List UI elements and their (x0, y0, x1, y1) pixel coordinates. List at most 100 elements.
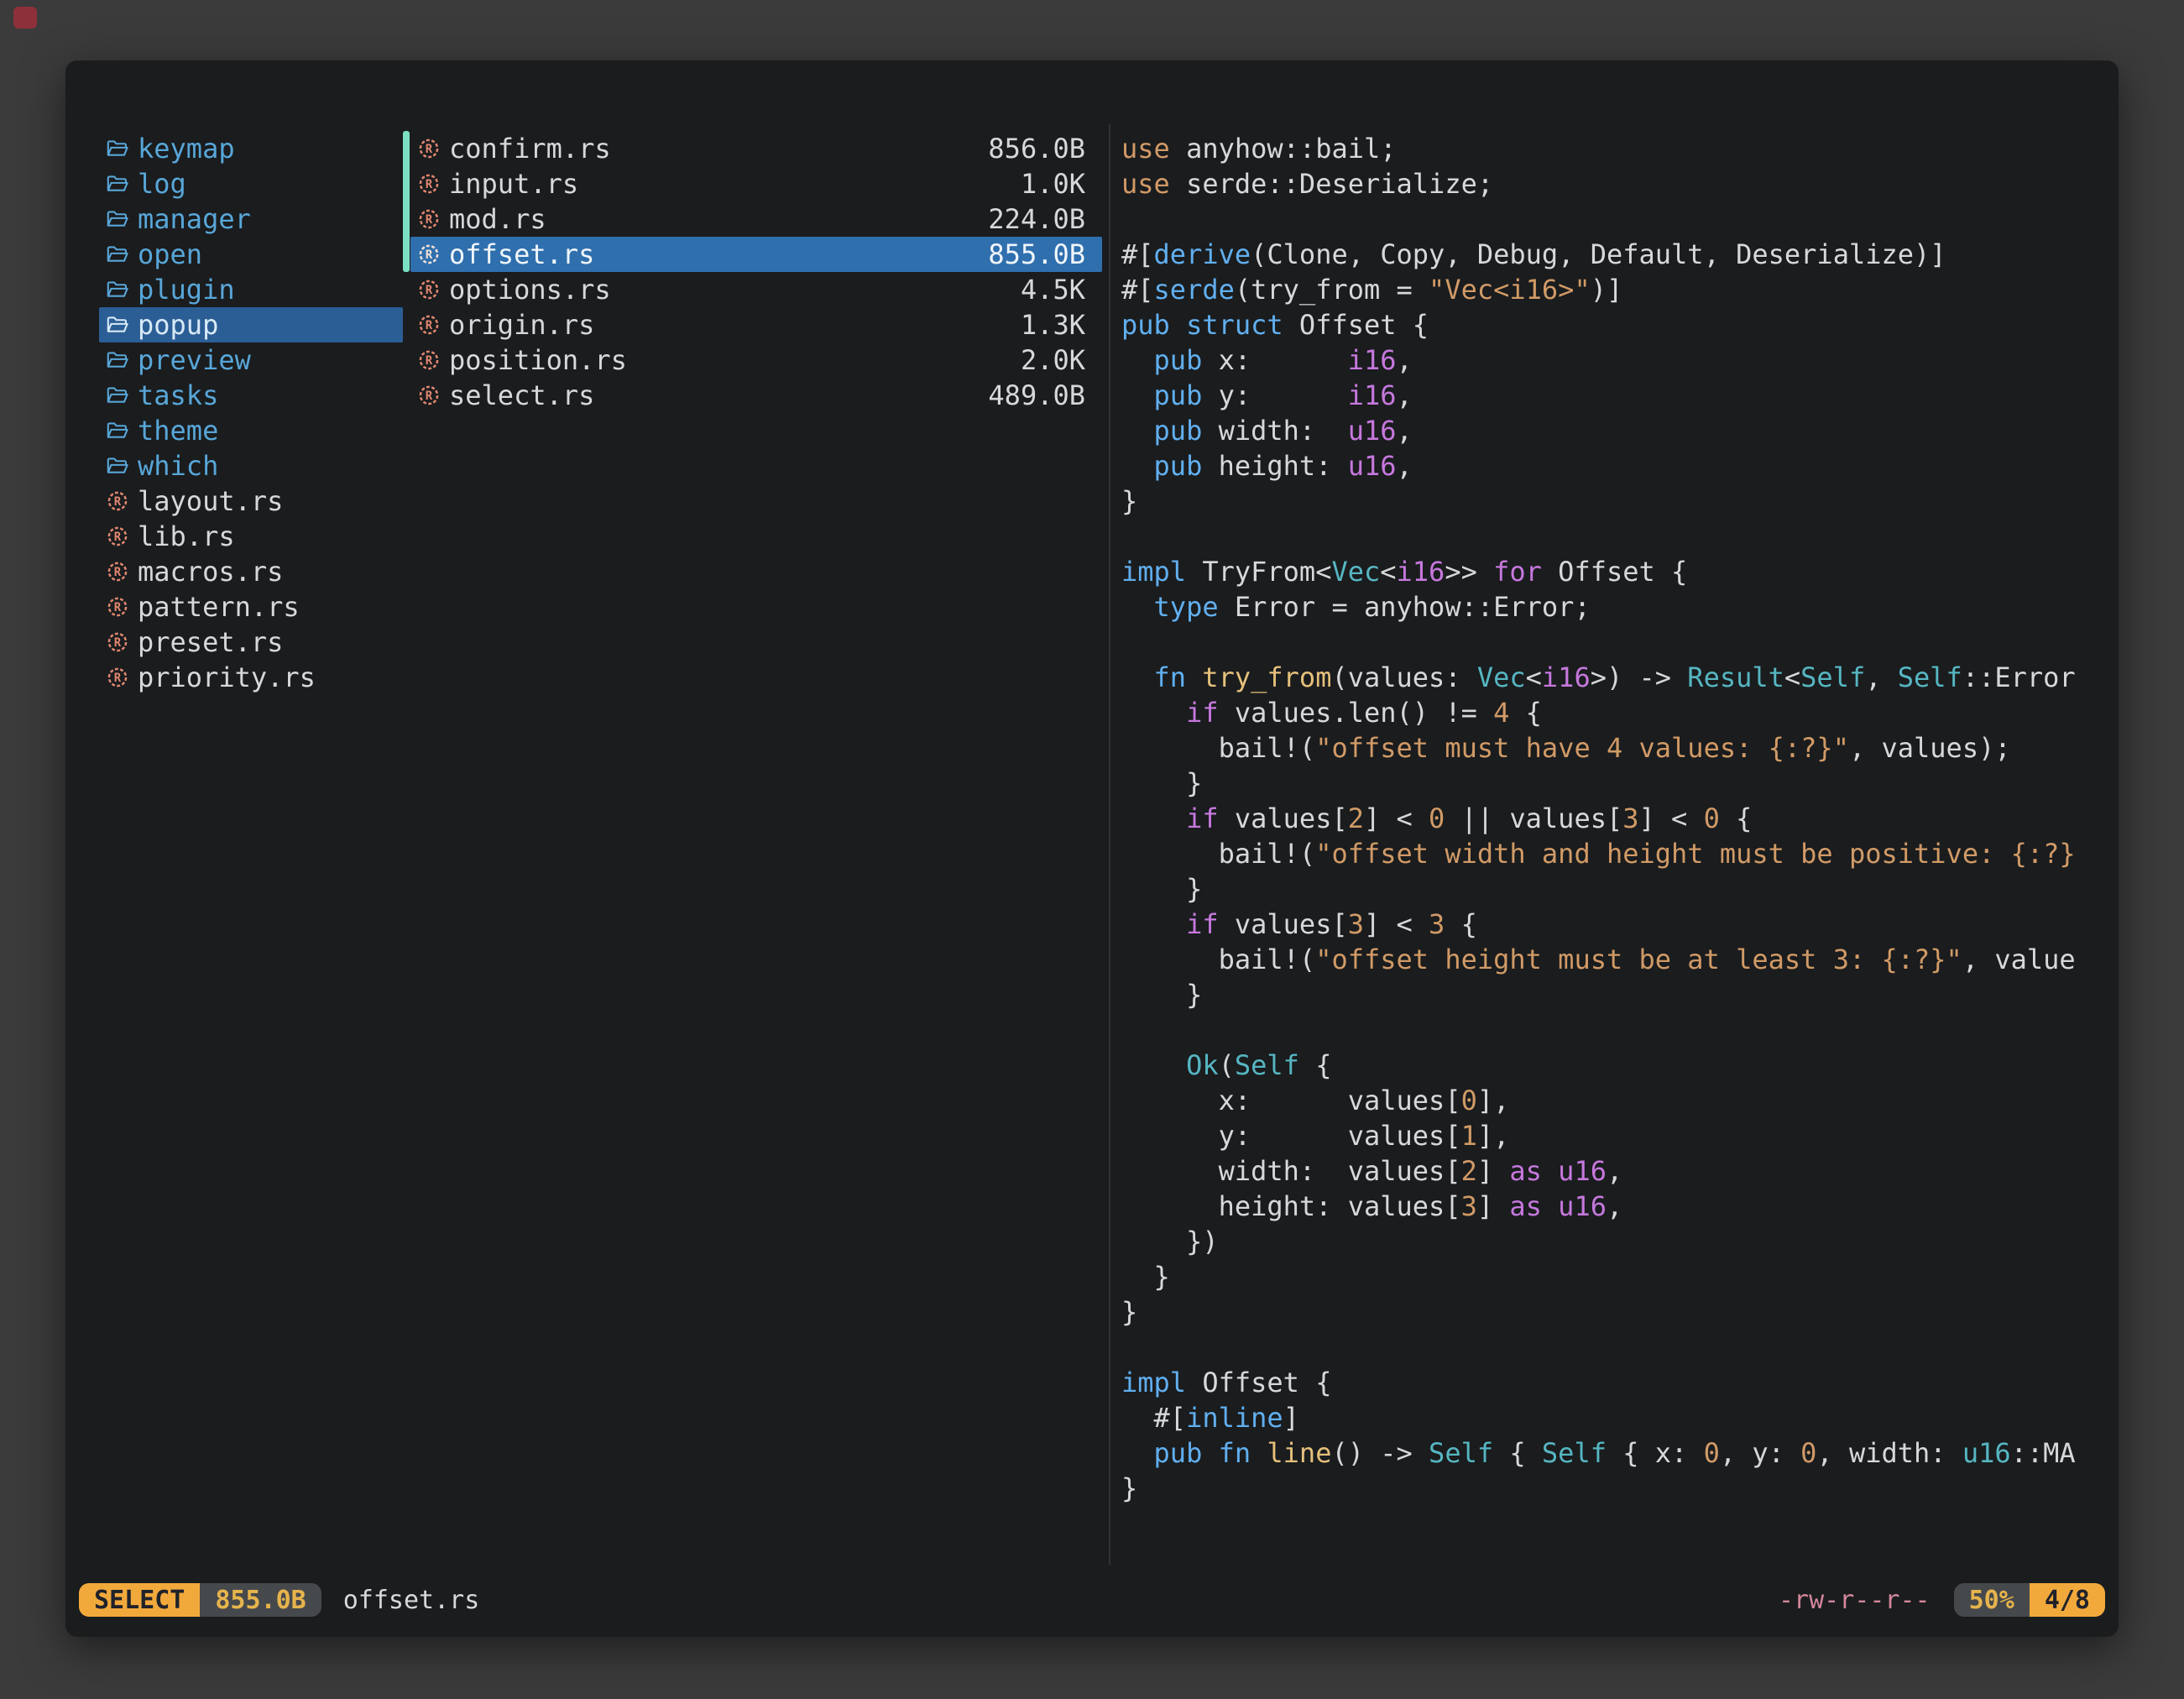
file-name: origin.rs (449, 307, 594, 342)
item-label: manager (138, 201, 251, 237)
code-line: } (1121, 1259, 2113, 1294)
file-row-options-rs[interactable]: Roptions.rs4.5K (410, 272, 1102, 307)
rust-file-icon: R (417, 313, 441, 337)
status-bar: SELECT 855.0B offset.rs -rw-r--r-- 50% 4… (79, 1583, 2105, 1617)
sidebar-dir-open[interactable]: open (99, 237, 403, 272)
sidebar-dir-plugin[interactable]: plugin (99, 272, 403, 307)
item-label: which (138, 448, 218, 484)
svg-text:R: R (114, 672, 122, 685)
size-badge: 855.0B (200, 1583, 321, 1617)
status-filename: offset.rs (343, 1586, 480, 1615)
sidebar-dir-preview[interactable]: preview (99, 342, 403, 378)
rust-file-icon: R (417, 137, 441, 160)
code-line: if values.len() != 4 { (1121, 695, 2113, 730)
file-row-offset-rs[interactable]: Roffset.rs855.0B (410, 237, 1102, 272)
code-line: pub width: u16, (1121, 413, 2113, 448)
item-label: popup (138, 307, 218, 342)
sidebar-dir-which[interactable]: which (99, 448, 403, 484)
scroll-percent-badge: 50% (1954, 1583, 2030, 1617)
folder-icon (106, 348, 129, 372)
code-line: pub struct Offset { (1121, 307, 2113, 342)
file-name: select.rs (449, 378, 594, 413)
code-line: } (1121, 977, 2113, 1012)
rust-file-icon: R (417, 207, 441, 231)
file-row-origin-rs[interactable]: Rorigin.rs 1.3K (410, 307, 1102, 342)
rust-file-icon: R (106, 525, 129, 548)
rust-file-icon: R (417, 243, 441, 266)
file-size: 856.0B (988, 131, 1085, 166)
sidebar-file-pattern-rs[interactable]: Rpattern.rs (99, 589, 403, 625)
code-line: use serde::Deserialize; (1121, 166, 2113, 201)
svg-text:R: R (426, 248, 433, 262)
sidebar-file-priority-rs[interactable]: Rpriority.rs (99, 660, 403, 695)
item-label: keymap (138, 131, 235, 166)
svg-text:R: R (114, 636, 122, 650)
code-line (1121, 1330, 2113, 1365)
code-line: use anyhow::bail; (1121, 131, 2113, 166)
item-label: theme (138, 413, 218, 448)
item-label: layout.rs (138, 484, 283, 519)
file-row-position-rs[interactable]: Rposition.rs2.0K (410, 342, 1102, 378)
file-size: 489.0B (988, 378, 1085, 413)
file-name: position.rs (449, 342, 627, 378)
cursor-position-badge: 4/8 (2030, 1583, 2105, 1617)
svg-text:R: R (426, 143, 433, 156)
svg-text:R: R (426, 319, 433, 332)
folder-icon (106, 419, 129, 442)
code-line: #[inline] (1121, 1400, 2113, 1435)
pane-divider (1109, 124, 1110, 1565)
code-line: impl TryFrom<Vec<i16>> for Offset { (1121, 554, 2113, 589)
item-label: open (138, 237, 202, 272)
code-line: #[serde(try_from = "Vec<i16>")] (1121, 272, 2113, 307)
folder-icon (106, 207, 129, 231)
sidebar-file-preset-rs[interactable]: Rpreset.rs (99, 625, 403, 660)
sidebar-file-macros-rs[interactable]: Rmacros.rs (99, 554, 403, 589)
sidebar-dir-log[interactable]: log (99, 166, 403, 201)
item-label: pattern.rs (138, 589, 300, 625)
item-label: tasks (138, 378, 218, 413)
code-line: Ok(Self { (1121, 1048, 2113, 1083)
sidebar-dir-tasks[interactable]: tasks (99, 378, 403, 413)
folder-icon (106, 137, 129, 160)
sidebar-dir-popup[interactable]: popup (99, 307, 403, 342)
folder-icon (106, 454, 129, 478)
file-row-mod-rs[interactable]: Rmod.rs 224.0B (410, 201, 1102, 237)
code-line: x: values[0], (1121, 1083, 2113, 1118)
sidebar-dir-keymap[interactable]: keymap (99, 131, 403, 166)
code-line: pub height: u16, (1121, 448, 2113, 484)
sidebar-file-layout-rs[interactable]: Rlayout.rs (99, 484, 403, 519)
svg-text:R: R (114, 601, 122, 614)
code-line: type Error = anyhow::Error; (1121, 589, 2113, 625)
code-line: if values[2] < 0 || values[3] < 0 { (1121, 801, 2113, 836)
sidebar-dir-manager[interactable]: manager (99, 201, 403, 237)
file-row-select-rs[interactable]: Rselect.rs 489.0B (410, 378, 1102, 413)
rust-file-icon: R (417, 278, 441, 301)
svg-text:R: R (114, 531, 122, 544)
code-line: height: values[3] as u16, (1121, 1189, 2113, 1224)
folder-icon (106, 172, 129, 196)
code-line: }) (1121, 1224, 2113, 1259)
file-size: 224.0B (988, 201, 1085, 237)
file-size: 1.3K (1021, 307, 1085, 342)
code-line: } (1121, 1294, 2113, 1330)
code-line: } (1121, 1471, 2113, 1506)
rust-file-icon: R (417, 384, 441, 407)
svg-text:R: R (426, 178, 433, 191)
terminal-window: keymaplogmanageropenpluginpopuppreviewta… (65, 60, 2119, 1637)
code-line: impl Offset { (1121, 1365, 2113, 1400)
rust-file-icon: R (106, 489, 129, 513)
file-size: 2.0K (1021, 342, 1085, 378)
rust-file-icon: R (417, 172, 441, 196)
file-row-confirm-rs[interactable]: Rconfirm.rs856.0B (410, 131, 1102, 166)
file-name: mod.rs (449, 201, 546, 237)
sidebar-dir-theme[interactable]: theme (99, 413, 403, 448)
code-line: if values[3] < 3 { (1121, 907, 2113, 942)
sidebar-file-lib-rs[interactable]: Rlib.rs (99, 519, 403, 554)
item-label: preset.rs (138, 625, 283, 660)
folder-icon (106, 313, 129, 337)
folder-icon (106, 243, 129, 266)
rust-file-icon: R (106, 630, 129, 654)
item-label: lib.rs (138, 519, 235, 554)
file-row-input-rs[interactable]: Rinput.rs1.0K (410, 166, 1102, 201)
mode-badge: SELECT (79, 1583, 200, 1617)
